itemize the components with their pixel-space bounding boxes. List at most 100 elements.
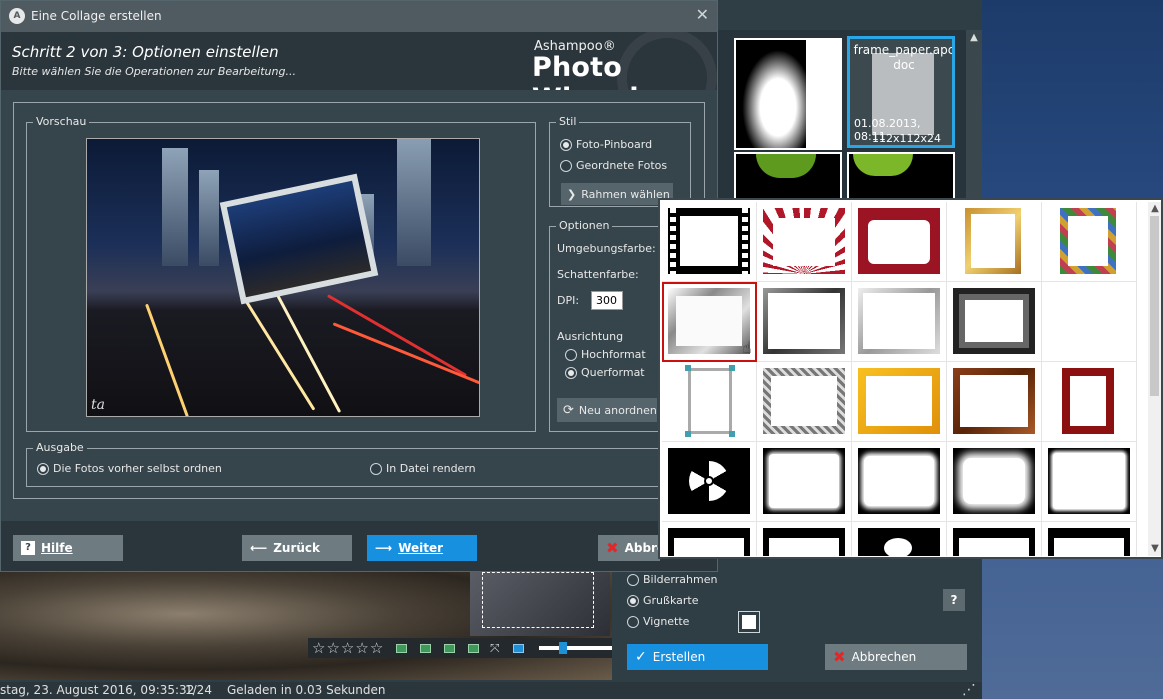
collage-preview-image[interactable]: ta: [86, 138, 480, 417]
frame-thin-silver-portrait[interactable]: [662, 362, 757, 442]
star-icon[interactable]: ☆: [370, 640, 383, 656]
frame-grunge-2[interactable]: [852, 442, 947, 522]
frame-preview: [965, 208, 1021, 274]
thumbnail-frame-leaves-2[interactable]: [847, 152, 955, 202]
ausgabe-group-title: Ausgabe: [33, 441, 87, 454]
scrollbar-thumb[interactable]: [1150, 216, 1159, 396]
arrow-right-icon: ⟶: [375, 541, 393, 555]
frame-grunge-3[interactable]: [1042, 442, 1137, 522]
radio-grusskarte[interactable]: [627, 594, 639, 607]
thumbnail-frame-leaves[interactable]: [734, 152, 842, 202]
frame-dark-gray[interactable]: [757, 282, 852, 362]
image-next-icon[interactable]: [444, 643, 456, 653]
choose-frame-button[interactable]: ❯ Rahmen wählen: [561, 183, 673, 205]
frame-golden-yellow[interactable]: [852, 362, 947, 442]
frame-preview: [858, 288, 940, 354]
rearrange-button[interactable]: ⟳ Neu anordnen: [557, 398, 657, 422]
create-button[interactable]: ✓ Erstellen: [627, 644, 768, 670]
option-selbst-ordnen[interactable]: Die Fotos vorher selbst ordnen: [37, 462, 222, 475]
cancel-button[interactable]: ✖ Abbre: [598, 535, 660, 561]
star-icon[interactable]: ☆: [326, 640, 339, 656]
frame-film-strip[interactable]: [662, 202, 757, 282]
resize-handle-icon[interactable]: [685, 431, 691, 437]
image-prev-icon[interactable]: [420, 643, 432, 653]
option-querformat-label: Querformat: [581, 366, 645, 379]
frame-silver-gradient[interactable]: ☝: [662, 282, 757, 362]
radio-foto-pinboard[interactable]: [560, 138, 572, 151]
ausrichtung-label: Ausrichtung: [557, 330, 624, 343]
option-geordnete-fotos[interactable]: Geordnete Fotos: [560, 159, 667, 172]
star-icon[interactable]: ☆: [312, 640, 325, 656]
image-view-icon[interactable]: [396, 643, 408, 653]
option-in-datei-rendern[interactable]: In Datei rendern: [370, 462, 476, 475]
option-foto-pinboard[interactable]: Foto-Pinboard: [560, 138, 652, 151]
frame-red-ornament[interactable]: [852, 202, 947, 282]
radio-in-datei-rendern[interactable]: [370, 462, 382, 475]
dpi-input[interactable]: [591, 291, 623, 310]
vignette-color-picker[interactable]: [738, 611, 760, 633]
frame-cloud[interactable]: [852, 522, 947, 556]
radio-bilderrahmen[interactable]: [627, 573, 639, 586]
frame-grunge-4[interactable]: [662, 522, 757, 556]
star-icon[interactable]: ☆: [341, 640, 354, 656]
step-subtitle: Bitte wählen Sie die Operationen zur Bea…: [12, 65, 296, 78]
frame-options-panel: Bilderrahmen Grußkarte Vignette ? ✓ Erst…: [612, 565, 982, 682]
radio-querformat[interactable]: [565, 366, 577, 379]
option-hochformat[interactable]: Hochformat: [565, 348, 646, 361]
frame-soft-black[interactable]: [947, 442, 1042, 522]
option-vignette[interactable]: Vignette: [627, 615, 689, 628]
frame-red-stars[interactable]: [1042, 362, 1137, 442]
resize-handle-icon[interactable]: [729, 365, 735, 371]
thumbnail-frame-paper[interactable]: frame_paper.apcdoc 01.08.2013, 08:11 112…: [847, 36, 955, 148]
thumbnail-scrollbar[interactable]: ▲: [966, 30, 982, 205]
frame-picker-scrollbar[interactable]: ▲ ▼: [1148, 202, 1161, 556]
cancel-main-button[interactable]: ✖ Abbrechen: [825, 644, 967, 670]
frame-radiation[interactable]: [662, 442, 757, 522]
pinboard-photo[interactable]: [219, 173, 379, 305]
resize-handle-icon[interactable]: [685, 365, 691, 371]
resize-handle-icon[interactable]: [729, 431, 735, 437]
scroll-down-arrow-icon[interactable]: ▼: [1148, 542, 1162, 556]
option-grusskarte[interactable]: Grußkarte: [627, 594, 698, 607]
frame-preview: [1062, 368, 1114, 434]
frame-red-rays[interactable]: [757, 202, 852, 282]
help-button[interactable]: ? Hilfe: [13, 535, 123, 561]
radio-selbst-ordnen[interactable]: [37, 462, 49, 475]
fit-screen-icon[interactable]: ⤧: [490, 641, 500, 656]
frame-light-gray[interactable]: [852, 282, 947, 362]
scroll-up-arrow-icon[interactable]: ▲: [1148, 202, 1162, 216]
option-bilderrahmen[interactable]: Bilderrahmen: [627, 573, 717, 586]
radio-vignette[interactable]: [627, 615, 639, 628]
radio-hochformat[interactable]: [565, 348, 577, 361]
help-icon[interactable]: ?: [943, 589, 965, 611]
frame-stained-glass[interactable]: [1042, 202, 1137, 282]
thumbnail-frame-black-splash[interactable]: [734, 38, 842, 150]
frame-wood[interactable]: [947, 362, 1042, 442]
zoom-slider[interactable]: [538, 642, 613, 654]
vignette-color-swatch: [742, 615, 756, 629]
frame-ornate-silver[interactable]: [757, 362, 852, 442]
frame-grunge-6[interactable]: [947, 522, 1042, 556]
back-button-label: Zurück: [273, 541, 321, 555]
resize-grip-icon[interactable]: ⋰: [962, 682, 976, 698]
frame-grunge-7[interactable]: [1042, 522, 1137, 556]
frame-gold-ornate[interactable]: [947, 202, 1042, 282]
option-querformat[interactable]: Querformat: [565, 366, 645, 379]
radio-geordnete-fotos[interactable]: [560, 159, 572, 172]
frame-black-thick[interactable]: [947, 282, 1042, 362]
choose-frame-button-label: Rahmen wählen: [581, 187, 670, 201]
next-button[interactable]: ⟶ Weiter: [367, 535, 477, 561]
zoom-slider-thumb[interactable]: [558, 642, 567, 654]
star-icon[interactable]: ☆: [355, 640, 368, 656]
frame-picker-popup: ☝ ▲ ▼: [658, 198, 1163, 559]
thumbnail-size: 112x112x24: [872, 132, 942, 145]
back-button[interactable]: ⟵ Zurück: [242, 535, 352, 561]
actual-size-icon[interactable]: [512, 643, 524, 653]
frame-grunge-5[interactable]: [757, 522, 852, 556]
frame-grunge-1[interactable]: [757, 442, 852, 522]
scroll-up-arrow-icon[interactable]: ▲: [967, 31, 981, 45]
close-icon[interactable]: ✕: [696, 5, 709, 24]
frame-preview: [688, 368, 732, 434]
image-compare-icon[interactable]: [468, 643, 480, 653]
minimap-viewport[interactable]: [482, 572, 594, 628]
